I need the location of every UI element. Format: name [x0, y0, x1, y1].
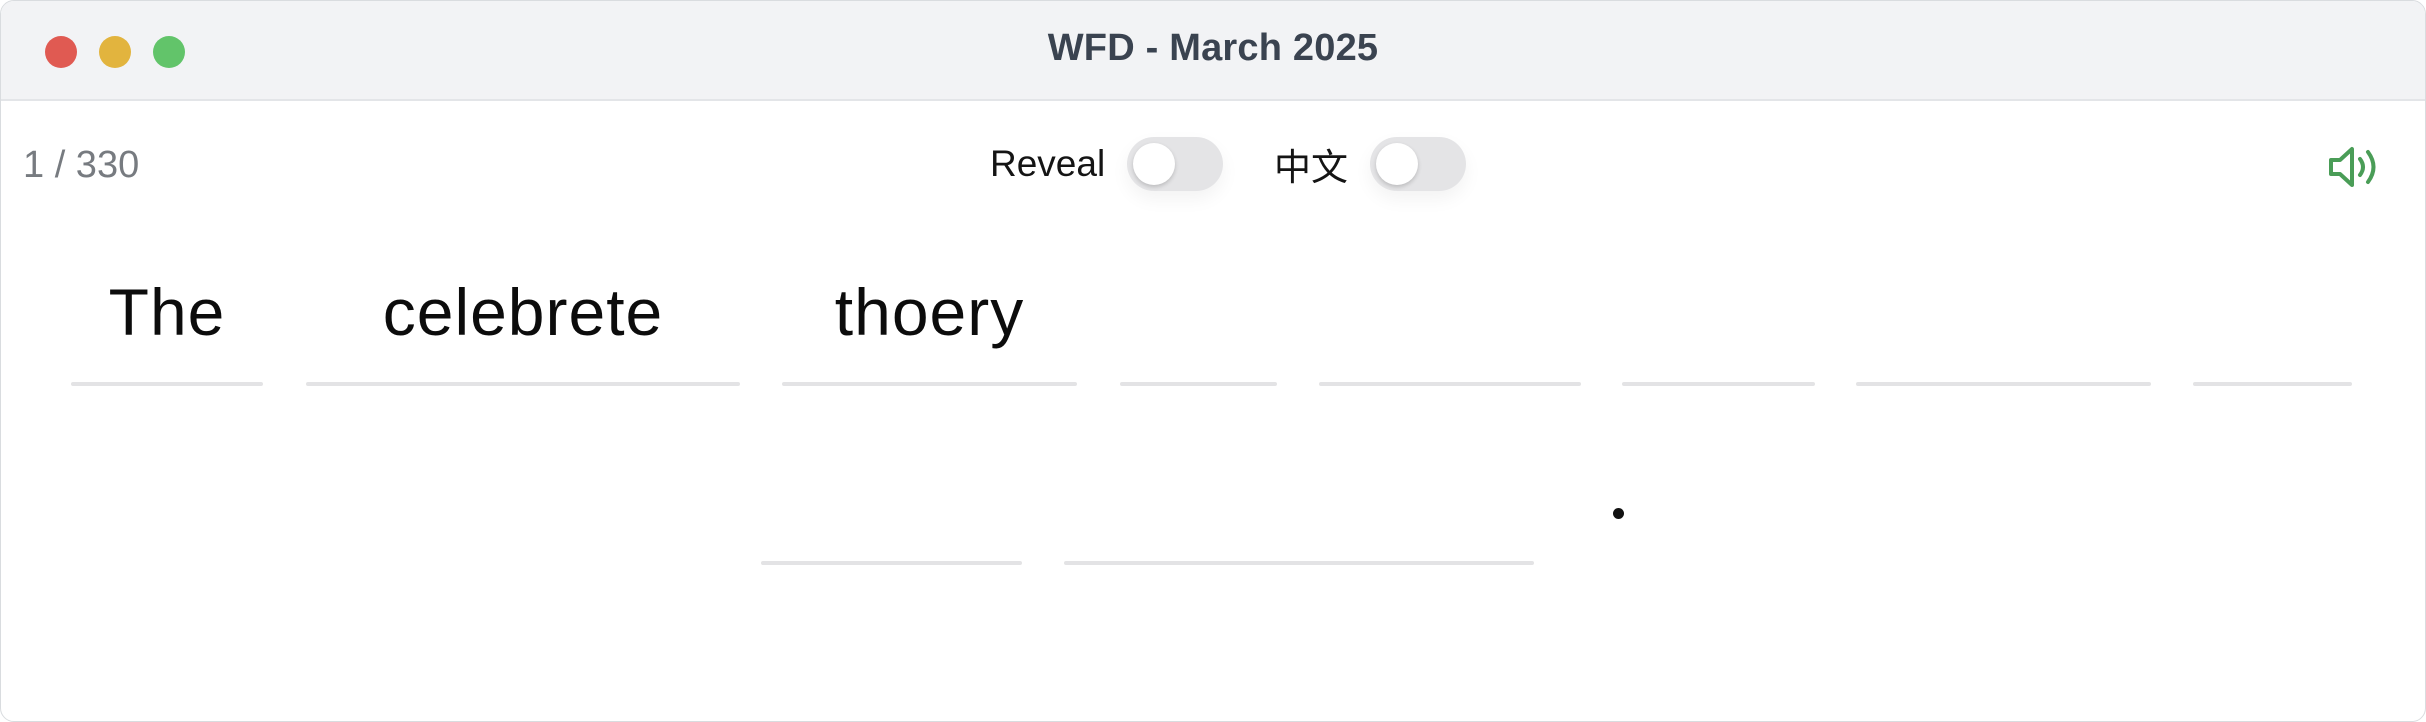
reveal-toggle-knob [1133, 143, 1176, 185]
word-input-2[interactable]: celebrete [306, 274, 740, 350]
chinese-toggle-knob [1376, 143, 1418, 185]
word-underline-7 [1856, 382, 2151, 386]
reveal-label: Reveal [990, 143, 1106, 184]
title-bar: WFD - March 2025 [1, 1, 2425, 101]
speaker-icon[interactable] [2327, 144, 2383, 190]
word-underline-1 [71, 382, 263, 386]
reveal-toggle-group: Reveal [990, 137, 1224, 191]
chinese-toggle[interactable] [1370, 137, 1466, 191]
chinese-label: 中文 [1274, 147, 1348, 188]
word-underline-10 [1064, 561, 1534, 565]
word-underline-2 [306, 382, 740, 386]
word-underline-6 [1622, 382, 1815, 386]
app-window: WFD - March 2025 1 / 330 Reveal 中文 The c… [0, 0, 2426, 722]
reveal-toggle[interactable] [1127, 137, 1224, 191]
word-underline-4 [1120, 382, 1277, 386]
window-title: WFD - March 2025 [1047, 27, 1379, 69]
chinese-toggle-group: 中文 [1274, 137, 1466, 191]
word-underline-8 [2193, 382, 2352, 386]
word-underline-5 [1319, 382, 1581, 386]
word-underline-9 [761, 561, 1022, 565]
word-input-1[interactable]: The [71, 274, 263, 350]
word-underline-3 [782, 382, 1077, 386]
sentence-period [1613, 508, 1624, 519]
word-input-3[interactable]: thoery [782, 274, 1077, 350]
question-counter: 1 / 330 [23, 144, 140, 186]
